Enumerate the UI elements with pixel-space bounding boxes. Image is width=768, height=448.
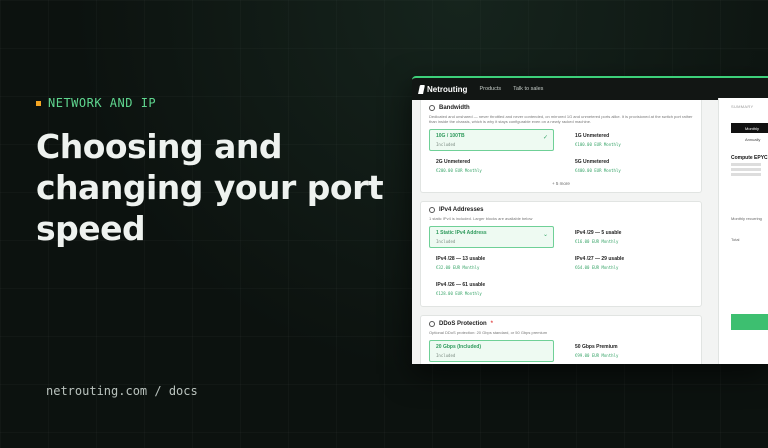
- eyebrow-dot-icon: [36, 100, 41, 106]
- check-icon: ✓: [542, 135, 548, 141]
- ddos-option[interactable]: 20 Gbps (Included) Included: [429, 340, 554, 362]
- bandwidth-desc: Dedicated and unshared — never throttled…: [429, 114, 693, 124]
- ipv4-option[interactable]: IPv4 /27 — 29 usable €64.00 EUR Monthly: [568, 252, 693, 274]
- config-panel: Bandwidth Dedicated and unshared — never…: [412, 100, 710, 364]
- option-name: 50 Gbps Premium: [575, 344, 618, 350]
- bandwidth-option[interactable]: 10G / 100TB Included ✓: [429, 129, 554, 151]
- page-title-line: Choosing and: [36, 127, 283, 166]
- eyebrow-text: NETWORK AND IP: [48, 96, 157, 110]
- summary-total: Total: [731, 237, 740, 242]
- option-name: 20 Gbps (Included): [436, 344, 482, 350]
- bandwidth-card: Bandwidth Dedicated and unshared — never…: [420, 100, 702, 193]
- bandwidth-option[interactable]: 1G Unmetered €100.00 EUR Monthly: [568, 129, 693, 151]
- logo[interactable]: Netrouting: [418, 84, 468, 94]
- ipv4-option[interactable]: IPv4 /28 — 13 usable €32.00 EUR Monthly: [429, 252, 554, 274]
- summary-line: [731, 168, 761, 171]
- eyebrow: NETWORK AND IP: [36, 96, 396, 110]
- ipv4-title-text: IPv4 Addresses: [439, 207, 484, 213]
- footer-url[interactable]: netrouting.com / docs: [46, 384, 198, 398]
- ddos-title-text: DDoS Protection: [439, 321, 487, 327]
- ddos-desc: Optional DDoS protection: 20 Gbps standa…: [429, 330, 548, 335]
- option-name: 2G Unmetered: [436, 159, 471, 165]
- hero: NETWORK AND IP Choosing and changing you…: [36, 96, 396, 249]
- ddos-card: DDoS Protection * Optional DDoS protecti…: [420, 315, 702, 364]
- summary-product: Compute EPYC: [731, 155, 768, 161]
- app-window: Netrouting Products Talk to sales Bandwi…: [412, 76, 768, 364]
- option-price: Included: [436, 353, 456, 358]
- globe-icon: [429, 207, 435, 213]
- nav-talk-to-sales[interactable]: Talk to sales: [513, 86, 543, 92]
- billing-annually-toggle[interactable]: Annually: [731, 137, 768, 145]
- ipv4-title: IPv4 Addresses: [429, 207, 693, 213]
- ipv4-options: 1 Static IPv4 Address Included ⌄ IPv4 /2…: [429, 226, 693, 300]
- chevron-down-icon: ⌄: [542, 232, 548, 238]
- bandwidth-title: Bandwidth: [429, 105, 693, 111]
- checkout-button[interactable]: [731, 314, 768, 330]
- ddos-options: 20 Gbps (Included) Included 50 Gbps Prem…: [429, 340, 693, 362]
- bandwidth-icon: [429, 105, 435, 111]
- brand-name: Netrouting: [427, 84, 468, 94]
- bandwidth-option[interactable]: 5G Unmetered €400.00 EUR Monthly: [568, 155, 693, 177]
- nav-products[interactable]: Products: [479, 86, 501, 92]
- ipv4-option[interactable]: 1 Static IPv4 Address Included ⌄: [429, 226, 554, 248]
- ipv4-option[interactable]: IPv4 /26 — 61 usable €128.00 EUR Monthly: [429, 278, 554, 300]
- summary-line: [731, 163, 761, 166]
- option-name: 10G / 100TB: [436, 133, 465, 139]
- ipv4-card: IPv4 Addresses 1 static IPv4 is included…: [420, 201, 702, 307]
- billing-monthly-toggle[interactable]: Monthly: [731, 123, 768, 133]
- summary-label: SUMMARY: [731, 104, 754, 109]
- option-name: 5G Unmetered: [575, 159, 610, 165]
- option-price: €200.00 EUR Monthly: [436, 168, 482, 173]
- page-title: Choosing and changing your port speed: [36, 126, 396, 249]
- ddos-option[interactable]: 50 Gbps Premium €99.00 EUR Monthly: [568, 340, 693, 362]
- option-price: Included: [436, 142, 456, 147]
- order-summary: SUMMARY Monthly Annually Compute EPYC Mo…: [718, 98, 768, 364]
- show-more-button[interactable]: + 5 more: [429, 181, 693, 186]
- option-price: €128.00 EUR Monthly: [436, 291, 482, 296]
- option-name: IPv4 /28 — 13 usable: [436, 256, 486, 262]
- option-price: €64.00 EUR Monthly: [575, 265, 619, 270]
- bandwidth-options: 10G / 100TB Included ✓ 1G Unmetered €100…: [429, 129, 693, 177]
- ipv4-desc: 1 static IPv4 is included. Larger blocks…: [429, 216, 533, 221]
- option-name: IPv4 /27 — 29 usable: [575, 256, 625, 262]
- ddos-title: DDoS Protection *: [429, 321, 693, 327]
- option-price: €400.00 EUR Monthly: [575, 168, 621, 173]
- option-name: 1G Unmetered: [575, 133, 610, 139]
- app-navbar: Netrouting Products Talk to sales: [412, 78, 768, 100]
- bandwidth-option[interactable]: 2G Unmetered €200.00 EUR Monthly: [429, 155, 554, 177]
- page-title-line: speed: [36, 209, 146, 248]
- logo-icon: [418, 84, 425, 94]
- option-price: €16.00 EUR Monthly: [575, 239, 619, 244]
- option-price: €99.00 EUR Monthly: [575, 353, 619, 358]
- shield-icon: [429, 321, 435, 327]
- option-name: IPv4 /26 — 61 usable: [436, 282, 486, 288]
- ipv4-option[interactable]: IPv4 /29 — 5 usable €16.00 EUR Monthly: [568, 226, 693, 248]
- summary-line: [731, 173, 761, 176]
- option-name: IPv4 /29 — 5 usable: [575, 230, 622, 236]
- page-title-line: changing your port: [36, 168, 384, 207]
- summary-recurring: Monthly recurring: [731, 216, 762, 221]
- option-price: Included: [436, 239, 456, 244]
- option-name: 1 Static IPv4 Address: [436, 230, 487, 236]
- option-price: €100.00 EUR Monthly: [575, 142, 621, 147]
- option-price: €32.00 EUR Monthly: [436, 265, 480, 270]
- required-marker: *: [490, 321, 494, 327]
- bandwidth-title-text: Bandwidth: [439, 105, 470, 111]
